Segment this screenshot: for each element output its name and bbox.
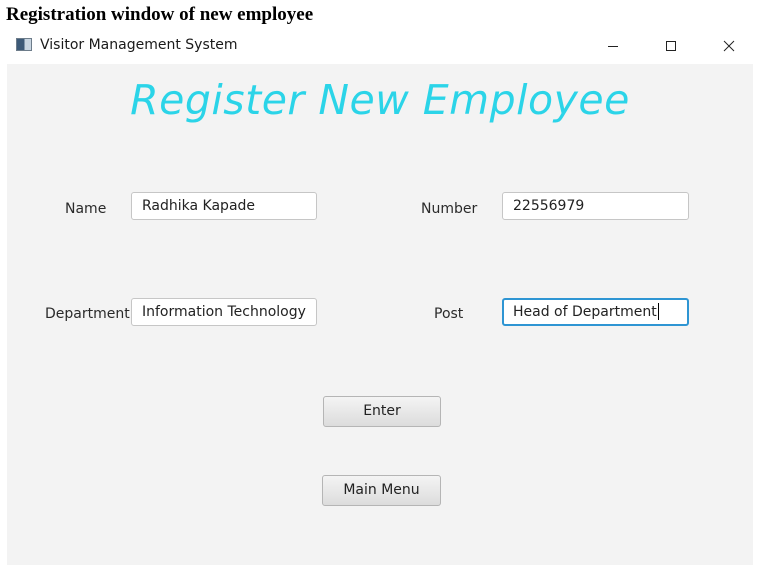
window-title: Visitor Management System <box>40 37 238 53</box>
page-title: Register New Employee <box>130 76 630 124</box>
department-label: Department <box>45 306 130 322</box>
figure-caption: Registration window of new employee <box>6 4 314 25</box>
name-label: Name <box>65 201 107 217</box>
name-field[interactable]: Radhika Kapade <box>131 192 317 220</box>
maximize-icon <box>666 41 676 51</box>
minimize-button[interactable] <box>590 32 636 60</box>
text-caret <box>657 302 659 320</box>
app-icon <box>16 38 32 51</box>
department-field[interactable]: Information Technology <box>131 298 317 326</box>
post-field[interactable]: Head of Department <box>502 298 689 326</box>
close-icon <box>723 40 735 52</box>
number-field[interactable]: 22556979 <box>502 192 689 220</box>
post-label: Post <box>434 306 464 322</box>
enter-button[interactable]: Enter <box>323 396 441 427</box>
minimize-icon <box>608 46 618 47</box>
window-titlebar: Visitor Management System <box>0 30 772 62</box>
close-button[interactable] <box>706 32 752 60</box>
number-label: Number <box>421 201 478 217</box>
maximize-button[interactable] <box>648 32 694 60</box>
main-menu-button[interactable]: Main Menu <box>322 475 441 506</box>
post-field-value: Head of Department <box>513 304 657 320</box>
form-panel: Register New Employee Name Radhika Kapad… <box>7 64 753 565</box>
